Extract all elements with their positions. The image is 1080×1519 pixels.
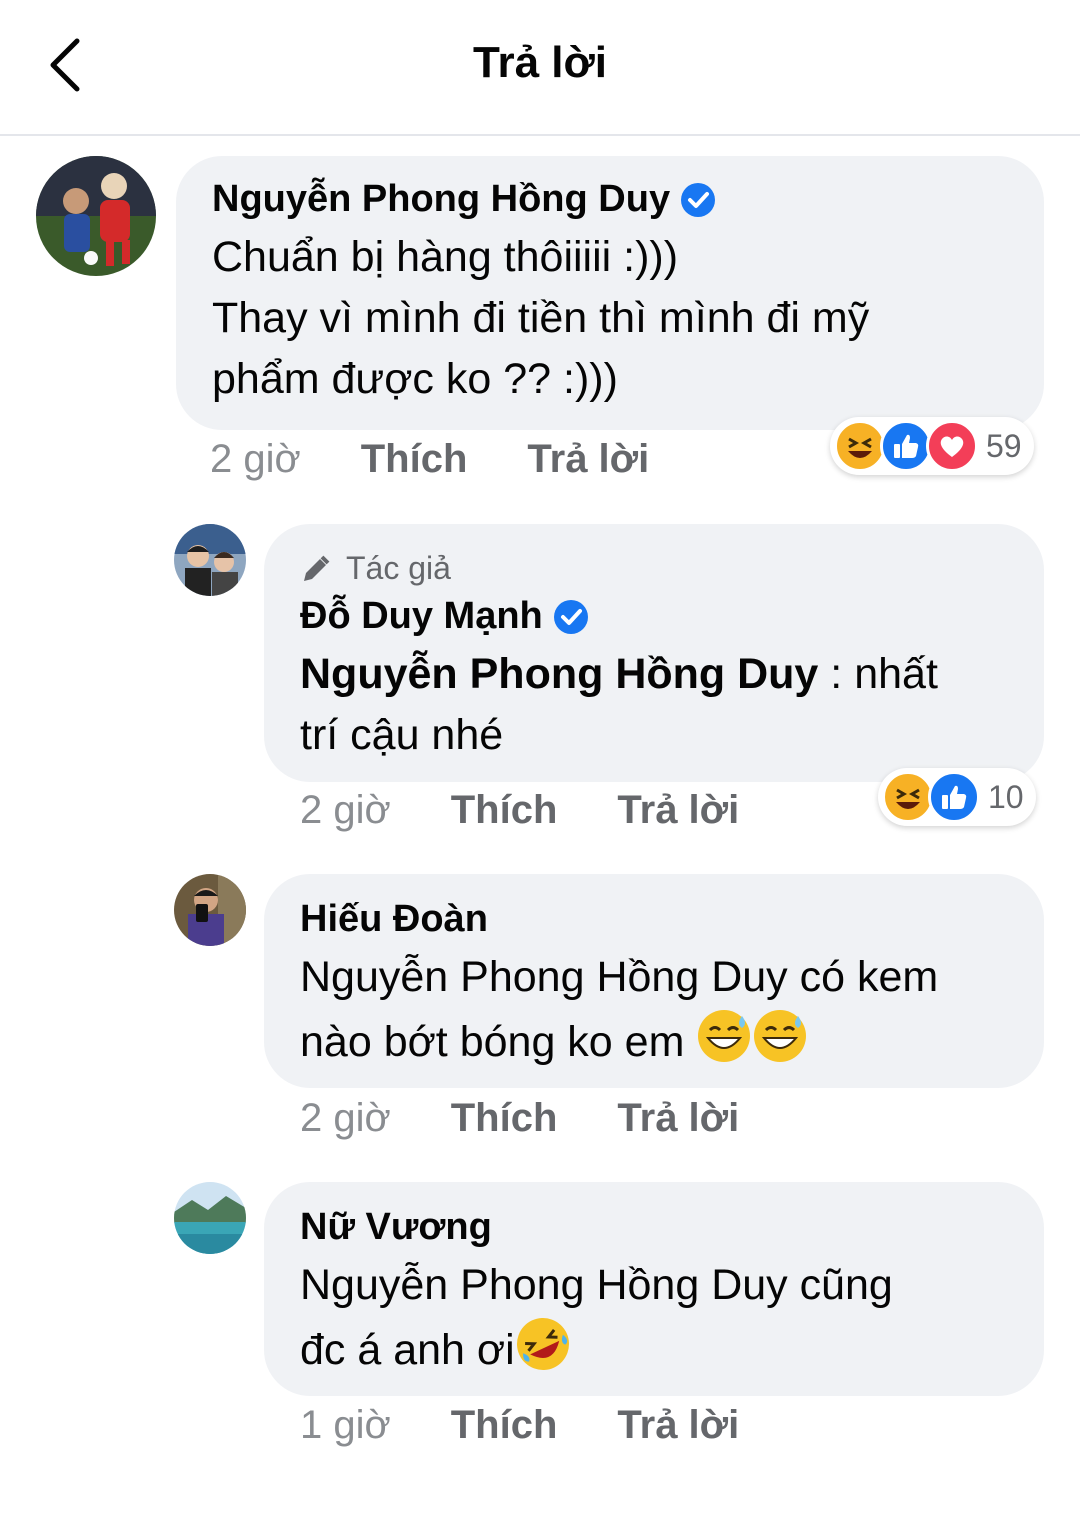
- comment-actions: 1 giờ Thích Trả lời: [300, 1403, 739, 1448]
- comment-author[interactable]: Hiếu Đoàn: [300, 898, 1008, 941]
- badge-label: Tác giả: [346, 550, 451, 586]
- author-name[interactable]: Nữ Vương: [300, 1206, 492, 1249]
- haha-reaction-icon: [882, 771, 934, 823]
- comment-author[interactable]: Nguyễn Phong Hồng Duy: [212, 178, 1008, 221]
- comment-bubble: Tác giả Đỗ Duy Mạnh Nguyễn Phong Hồng Du…: [264, 524, 1044, 782]
- like-button[interactable]: Thích: [361, 437, 468, 482]
- top-bar: Trả lời: [0, 0, 1080, 136]
- comment-text-part: : nhất: [818, 650, 938, 698]
- comment-line: Chuẩn bị hàng thôiiiii :))): [212, 233, 679, 281]
- like-reaction-icon: [928, 771, 980, 823]
- haha-reaction-icon: [834, 420, 886, 472]
- sweat-smile-emoji-icon: [752, 1008, 808, 1081]
- like-reaction-icon: [880, 420, 932, 472]
- page-title: Trả lời: [473, 38, 607, 87]
- comment-line: nào bớt bóng ko em: [300, 1008, 1008, 1081]
- comment-line: Nguyễn Phong Hồng Duy có kem: [300, 953, 939, 1001]
- comment-time[interactable]: 2 giờ: [300, 788, 391, 833]
- love-reaction-icon: [926, 420, 978, 472]
- like-button[interactable]: Thích: [451, 1403, 558, 1448]
- sweat-smile-emoji-icon: [696, 1008, 752, 1081]
- comment-text-part: đc á anh ơi: [300, 1326, 515, 1374]
- avatar[interactable]: [174, 1182, 246, 1254]
- comment-actions: 2 giờ Thích Trả lời: [210, 437, 649, 482]
- pencil-icon: [304, 555, 330, 581]
- reaction-count: 10: [988, 778, 1024, 815]
- comment-line: đc á anh ơi: [300, 1316, 1008, 1389]
- comment-actions: 2 giờ Thích Trả lời: [300, 788, 739, 833]
- reply-button[interactable]: Trả lời: [617, 1096, 739, 1141]
- like-button[interactable]: Thích: [451, 788, 558, 833]
- comment-text: Nguyễn Phong Hồng Duy cũng đc á anh ơi: [300, 1255, 1008, 1389]
- author-badge: Tác giả: [300, 550, 1008, 587]
- comment-author[interactable]: Nữ Vương: [300, 1206, 1008, 1249]
- rofl-emoji-icon: [515, 1316, 571, 1389]
- reaction-summary[interactable]: 10: [878, 768, 1036, 826]
- mention-link[interactable]: Nguyễn Phong Hồng Duy: [300, 650, 818, 698]
- verified-badge-icon: [553, 599, 589, 635]
- like-button[interactable]: Thích: [451, 1096, 558, 1141]
- author-name[interactable]: Đỗ Duy Mạnh: [300, 595, 543, 638]
- comment-time[interactable]: 2 giờ: [300, 1096, 391, 1141]
- comment-line: trí cậu nhé: [300, 711, 504, 759]
- author-name[interactable]: Hiếu Đoàn: [300, 898, 488, 941]
- comment-bubble: Hiếu Đoàn Nguyễn Phong Hồng Duy có kem n…: [264, 874, 1044, 1088]
- reply-button[interactable]: Trả lời: [527, 437, 649, 482]
- reply-button[interactable]: Trả lời: [617, 1403, 739, 1448]
- avatar[interactable]: [36, 156, 156, 276]
- author-name[interactable]: Nguyễn Phong Hồng Duy: [212, 178, 670, 221]
- comment-line: Nguyễn Phong Hồng Duy : nhất: [300, 644, 1008, 705]
- reply-button[interactable]: Trả lời: [617, 788, 739, 833]
- verified-badge-icon: [680, 182, 716, 218]
- reaction-count: 59: [986, 427, 1022, 464]
- avatar[interactable]: [174, 524, 246, 596]
- comment-bubble: Nữ Vương Nguyễn Phong Hồng Duy cũng đc á…: [264, 1182, 1044, 1396]
- reaction-summary[interactable]: 59: [830, 417, 1034, 475]
- comment-time[interactable]: 2 giờ: [210, 437, 301, 482]
- comment-actions: 2 giờ Thích Trả lời: [300, 1096, 739, 1141]
- comment-bubble: Nguyễn Phong Hồng Duy Chuẩn bị hàng thôi…: [176, 156, 1044, 430]
- comment-line: phẩm được ko ?? :))): [212, 355, 618, 403]
- comment-text-part: nào bớt bóng ko em: [300, 1018, 697, 1066]
- comment-line: Thay vì mình đi tiền thì mình đi mỹ: [212, 294, 870, 342]
- avatar[interactable]: [174, 874, 246, 946]
- comment-text: Nguyễn Phong Hồng Duy có kem nào bớt bón…: [300, 947, 1008, 1081]
- comment-text: Nguyễn Phong Hồng Duy : nhất trí cậu nhé: [300, 644, 1008, 766]
- comment-time[interactable]: 1 giờ: [300, 1403, 391, 1448]
- comment-text: Chuẩn bị hàng thôiiiii :))) Thay vì mình…: [212, 227, 1008, 410]
- comment-line: Nguyễn Phong Hồng Duy cũng: [300, 1261, 893, 1309]
- comment-author[interactable]: Đỗ Duy Mạnh: [300, 595, 1008, 638]
